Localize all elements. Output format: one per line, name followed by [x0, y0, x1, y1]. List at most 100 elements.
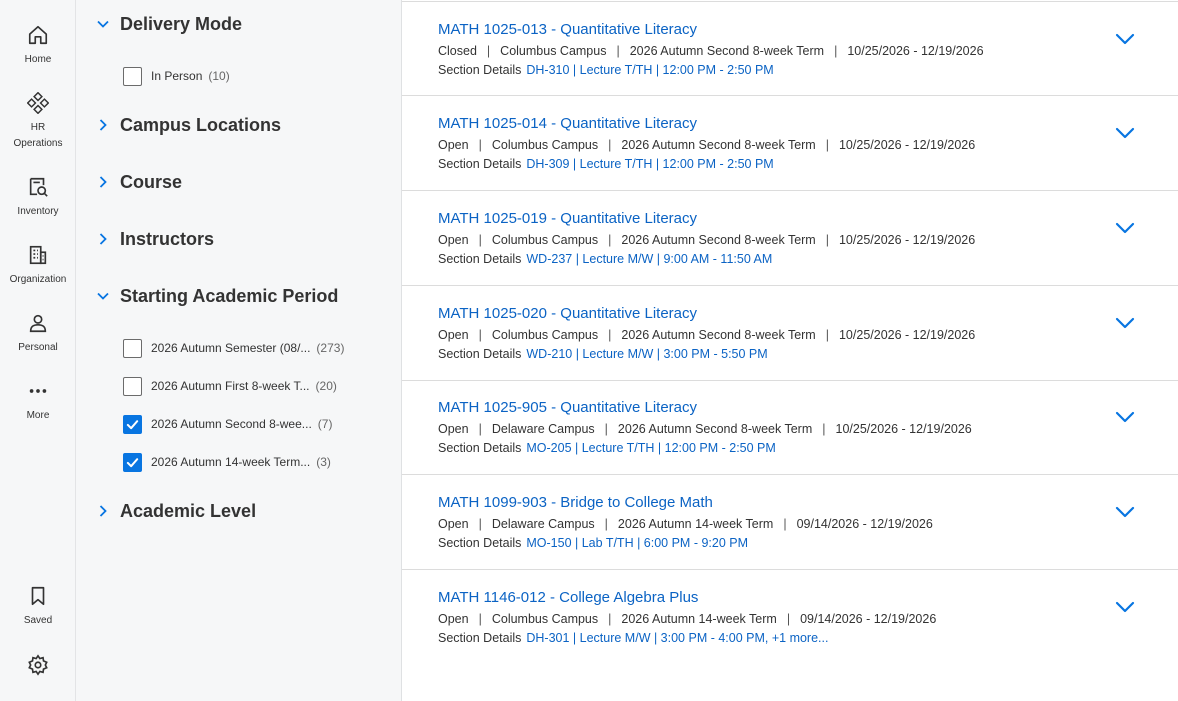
- nav-personal[interactable]: Personal: [0, 312, 76, 356]
- section-details: Section Details WD-210 | Lecture M/W | 3:…: [438, 347, 768, 361]
- separator: |: [478, 422, 482, 436]
- course-header[interactable]: Course: [99, 167, 183, 197]
- course-title-link[interactable]: MATH 1025-020 - Quantitative Literacy: [438, 305, 697, 322]
- settings-button[interactable]: [0, 654, 76, 676]
- course-title-link[interactable]: MATH 1025-019 - Quantitative Literacy: [438, 210, 697, 227]
- section-status: Open: [438, 422, 469, 436]
- section-details-link[interactable]: WD-237 | Lecture M/W | 9:00 AM - 11:50 A…: [526, 252, 772, 266]
- global-nav: Home HR Operations Inventory Organization…: [0, 0, 76, 701]
- delivery-mode-title: Delivery Mode: [120, 13, 243, 34]
- nav-inventory[interactable]: Inventory: [0, 176, 76, 220]
- nav-home[interactable]: Home: [0, 24, 76, 68]
- section-details-link[interactable]: DH-309 | Lecture T/TH | 12:00 PM - 2:50 …: [526, 157, 773, 171]
- campus-locations-header[interactable]: Campus Locations: [99, 110, 281, 140]
- delivery-mode-header[interactable]: Delivery Mode: [97, 9, 243, 39]
- section-details: Section Details MO-150 | Lab T/TH | 6:00 …: [438, 536, 748, 550]
- option-count: (10): [208, 69, 230, 83]
- checkbox-autumn-semester[interactable]: [123, 338, 142, 358]
- more-dots-icon: [29, 389, 47, 393]
- filter-option-autumn-first-8-week[interactable]: 2026 Autumn First 8-week T... (20): [123, 376, 337, 396]
- separator: |: [608, 138, 612, 152]
- chevron-down-icon: [97, 20, 109, 28]
- section-details-label: Section Details: [438, 631, 522, 645]
- section-details-label: Section Details: [438, 441, 522, 455]
- section-term: 2026 Autumn Second 8-week Term: [621, 328, 816, 342]
- checkbox-autumn-14-week[interactable]: [123, 452, 142, 472]
- nav-home-label: Home: [24, 54, 52, 65]
- expand-chevron-icon[interactable]: [1114, 504, 1136, 520]
- section-dates: 10/25/2026 - 12/19/2026: [835, 422, 972, 436]
- course-title-link[interactable]: MATH 1025-013 - Quantitative Literacy: [438, 21, 697, 38]
- instructors-title: Instructors: [120, 228, 215, 249]
- nav-inventory-label: Inventory: [17, 206, 59, 217]
- separator: |: [478, 138, 482, 152]
- result-card: MATH 1025-013 - Quantitative Literacy Cl…: [402, 1, 1178, 96]
- nav-organization[interactable]: Organization: [0, 244, 76, 288]
- section-dates: 10/25/2026 - 12/19/2026: [838, 328, 976, 342]
- nav-more[interactable]: More: [0, 380, 76, 424]
- expand-chevron-icon[interactable]: [1114, 125, 1136, 141]
- section-status: Open: [438, 517, 469, 531]
- expand-chevron-icon[interactable]: [1114, 220, 1136, 236]
- option-label: 2026 Autumn Semester (08/...: [151, 341, 311, 355]
- option-label: 2026 Autumn Second 8-wee...: [151, 417, 312, 431]
- course-title-link[interactable]: MATH 1025-014 - Quantitative Literacy: [438, 115, 697, 132]
- academic-level-title: Academic Level: [120, 500, 257, 521]
- course-meta: Open | Columbus Campus | 2026 Autumn Second …: [438, 138, 975, 152]
- section-details-link[interactable]: MO-150 | Lab T/TH | 6:00 PM - 9:20 PM: [526, 536, 748, 550]
- course-title-link[interactable]: MATH 1025-905 - Quantitative Literacy: [438, 399, 697, 416]
- starting-period-header[interactable]: Starting Academic Period: [97, 281, 338, 311]
- nav-hr-operations[interactable]: HR Operations: [0, 92, 76, 152]
- separator: |: [478, 612, 482, 626]
- course-title: Course: [120, 171, 183, 192]
- filter-option-autumn-second-8-week[interactable]: 2026 Autumn Second 8-wee... (7): [123, 414, 332, 434]
- checkbox-in-person[interactable]: [123, 66, 142, 86]
- section-campus: Columbus Campus: [491, 612, 599, 626]
- academic-level-header[interactable]: Academic Level: [99, 496, 257, 526]
- section-details-link[interactable]: DH-301 | Lecture M/W | 3:00 PM - 4:00 PM…: [526, 631, 828, 645]
- section-campus: Columbus Campus: [491, 328, 599, 342]
- nav-saved-label: Saved: [23, 615, 53, 626]
- nav-saved[interactable]: Saved: [0, 585, 76, 629]
- expand-chevron-icon[interactable]: [1114, 315, 1136, 331]
- checkbox-autumn-first-8-week[interactable]: [123, 376, 142, 396]
- bookmark-icon: [31, 586, 45, 606]
- section-dates: 09/14/2026 - 12/19/2026: [800, 612, 937, 626]
- section-details: Section Details WD-237 | Lecture M/W | 9:…: [438, 252, 772, 266]
- person-icon: [29, 314, 47, 333]
- expand-chevron-icon[interactable]: [1114, 409, 1136, 425]
- section-status: Open: [438, 328, 469, 342]
- result-card: MATH 1025-019 - Quantitative Literacy Op…: [402, 191, 1178, 286]
- section-details-link[interactable]: WD-210 | Lecture M/W | 3:00 PM - 5:50 PM: [526, 347, 767, 361]
- expand-chevron-icon[interactable]: [1114, 31, 1136, 47]
- section-status: Open: [438, 612, 469, 626]
- section-details-link[interactable]: MO-205 | Lecture T/TH | 12:00 PM - 2:50 …: [526, 441, 775, 455]
- checkmark-icon: [126, 457, 139, 467]
- separator: |: [608, 612, 612, 626]
- filter-option-autumn-14-week[interactable]: 2026 Autumn 14-week Term... (3): [123, 452, 331, 472]
- filter-option-in-person[interactable]: In Person (10): [123, 66, 230, 86]
- course-title-link[interactable]: MATH 1146-012 - College Algebra Plus: [438, 589, 698, 606]
- instructors-header[interactable]: Instructors: [99, 224, 215, 254]
- separator: |: [478, 233, 482, 247]
- section-dates: 10/25/2026 - 12/19/2026: [847, 44, 984, 58]
- separator: |: [834, 44, 838, 58]
- course-title-link[interactable]: MATH 1099-903 - Bridge to College Math: [438, 494, 713, 511]
- section-campus: Delaware Campus: [491, 422, 595, 436]
- nav-more-label: More: [26, 410, 50, 421]
- section-details-link[interactable]: DH-310 | Lecture T/TH | 12:00 PM - 2:50 …: [526, 63, 773, 77]
- checkbox-autumn-second-8-week[interactable]: [123, 414, 142, 434]
- course-meta: Open | Columbus Campus | 2026 Autumn Second …: [438, 328, 975, 342]
- option-label: 2026 Autumn 14-week Term...: [151, 455, 311, 469]
- separator: |: [608, 233, 612, 247]
- checkmark-icon: [126, 419, 139, 429]
- filter-option-autumn-semester[interactable]: 2026 Autumn Semester (08/... (273): [123, 338, 344, 358]
- separator: |: [478, 328, 482, 342]
- option-count: (3): [316, 455, 331, 469]
- nav-hr-label: HR Operations: [0, 120, 76, 152]
- section-term: 2026 Autumn Second 8-week Term: [629, 44, 825, 58]
- section-campus: Delaware Campus: [491, 517, 595, 531]
- home-icon: [28, 25, 48, 45]
- separator: |: [786, 612, 791, 626]
- expand-chevron-icon[interactable]: [1114, 599, 1136, 615]
